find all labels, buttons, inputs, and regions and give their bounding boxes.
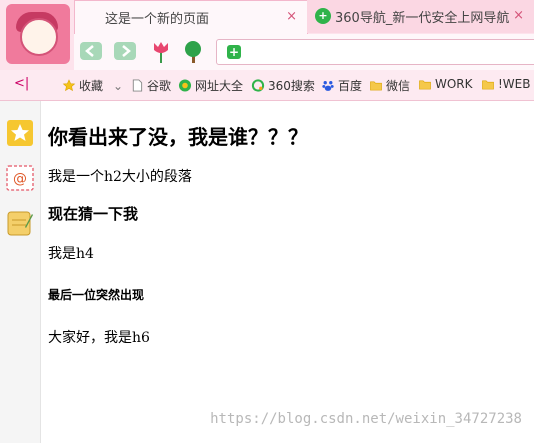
tulip-home-icon[interactable] [150,40,172,68]
bookmark-label: 360搜索 [268,79,315,93]
bookmark-baidu[interactable]: 百度 [321,77,362,94]
bookmark-google[interactable]: 谷歌 [130,77,171,94]
bookmark-label: !WEB [498,77,531,91]
chevron-down-icon: ⌄ [113,78,124,93]
collapse-bookmarks-button[interactable]: <| [14,76,29,91]
360-search-icon [251,79,265,92]
tree-icon[interactable] [182,40,204,68]
watermark: https://blog.csdn.net/weixin_34727238 [210,411,522,427]
arrow-right-icon [122,45,131,57]
bookmark-label: WORK [435,77,473,91]
heading-h3: 现在猜一下我 [48,205,139,223]
star-icon [7,120,33,146]
tab-current-page[interactable]: 这是一个新的页面 × [74,0,308,34]
heading-h4: 我是h4 [48,246,94,262]
star-icon [62,79,76,92]
tab-360-nav[interactable]: + 360导航_新一代安全上网导航 × [307,0,534,33]
baidu-paw-icon [322,81,334,91]
paragraph: 我是一个h2大小的段落 [48,169,192,185]
sidebar-notes-button[interactable] [6,209,34,237]
browser-chrome: 这是一个新的页面 × + 360导航_新一代安全上网导航 × + <| 收藏 ⌄… [0,0,534,101]
avatar-face [20,18,58,56]
browser-skin-avatar[interactable] [6,4,70,64]
heading-h6: 大家好，我是h6 [48,330,150,346]
heading-h1: 你看出来了没，我是谁？？？ [48,125,308,149]
heading-h5: 最后一位突然出现 [48,288,145,302]
sidebar: @ [0,101,41,443]
address-bar[interactable]: + [216,39,534,65]
tab-title: 这是一个新的页面 [105,12,210,27]
360-nav-icon [178,79,192,92]
tab-close-icon[interactable]: × [286,9,297,24]
page-icon [132,79,143,92]
bookmark-label: 百度 [338,79,363,93]
bookmark-label: 收藏 [79,79,104,93]
folder-icon [482,80,494,89]
tab-close-icon[interactable]: × [513,8,524,23]
tab-title: 360导航_新一代安全上网导航 [335,11,510,26]
bookmark-label: 微信 [386,79,411,93]
bookmark-label: 网址大全 [195,79,244,93]
360-favicon-icon: + [315,8,331,24]
sidebar-favorites-button[interactable] [6,119,34,147]
tab-bar: 这是一个新的页面 × + 360导航_新一代安全上网导航 × [74,0,534,34]
bookmark-folder-work[interactable]: WORK [418,77,473,91]
bookmark-favorites[interactable]: 收藏 ⌄ [62,77,123,94]
folder-icon [419,80,431,89]
forward-button[interactable] [114,42,136,60]
folder-icon [370,81,382,91]
svg-text:@: @ [13,171,27,187]
page-content: 你看出来了没，我是谁？？？ 我是一个h2大小的段落 现在猜一下我 我是h4 最后… [48,101,528,347]
security-shield-icon: + [227,45,241,59]
notepad-icon [7,211,33,236]
bookmark-url-directory[interactable]: 网址大全 [178,77,243,94]
bookmark-folder-wechat[interactable]: 微信 [369,77,410,94]
bookmark-360-search[interactable]: 360搜索 [251,77,315,94]
bookmarks-bar: <| 收藏 ⌄ 谷歌 网址大全 360搜索 百度 微信 WORK !WEB [0,70,534,101]
back-button[interactable] [80,42,102,60]
sidebar-mail-button[interactable]: @ [6,164,34,192]
mail-at-icon: @ [6,165,34,191]
arrow-left-icon [85,45,94,57]
nav-toolbar: + [74,34,534,70]
bookmark-folder-web[interactable]: !WEB [481,77,531,91]
bookmark-label: 谷歌 [147,79,172,93]
